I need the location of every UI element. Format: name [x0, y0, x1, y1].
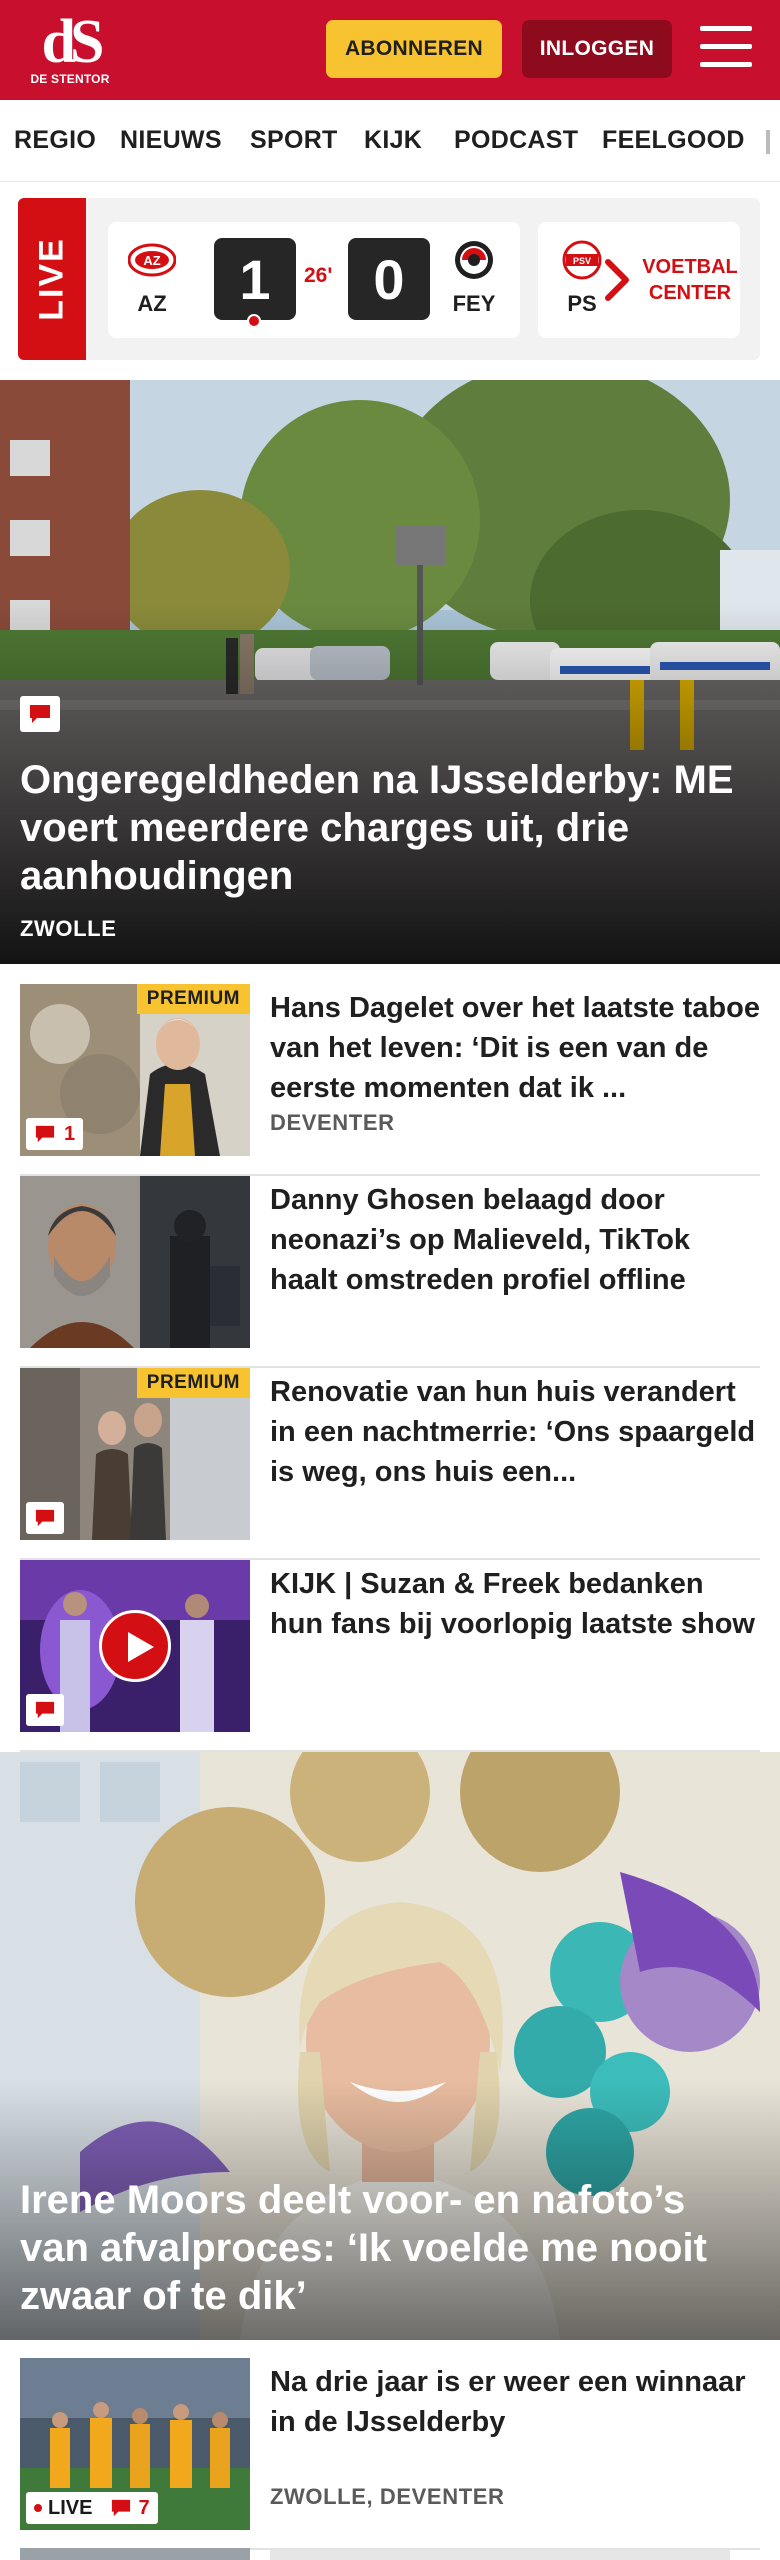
live-comment-badge: LIVE 7	[26, 2492, 158, 2524]
hero-location-tag: ZWOLLE	[20, 916, 117, 941]
article-thumbnail: LIVE 7	[20, 2358, 250, 2530]
article-item[interactable]: KIJK | Suzan & Freek bedanken hun fans b…	[20, 1560, 760, 1752]
away-team-abbr: FEY	[452, 291, 496, 316]
comment-icon	[112, 2499, 131, 2517]
article-item[interactable]: PREMIUM Renovatie van hun huis verandert…	[20, 1368, 760, 1560]
logo-name: DE STENTOR	[30, 72, 110, 86]
nav-item-regio[interactable]: REGIO	[14, 126, 96, 155]
article-title[interactable]: KIJK | Suzan & Freek bedanken hun fans b…	[270, 1564, 760, 1644]
nav-overflow-indicator	[766, 130, 770, 154]
logo[interactable]: dS DE STENTOR	[30, 8, 110, 88]
article-thumbnail: PREMIUM 1	[20, 984, 250, 1156]
hero-article[interactable]: Ongeregeldheden na IJsselderby: ME voert…	[0, 380, 780, 964]
article-item[interactable]: Danny Ghosen belaagd door neonazi’s op M…	[20, 1176, 760, 1368]
article-photo	[20, 1176, 250, 1348]
svg-text:PSV: PSV	[573, 256, 591, 266]
comment-count: 7	[138, 2496, 150, 2519]
comment-count-badge: 1	[26, 1118, 84, 1150]
article-location-tag: DEVENTER	[270, 1110, 395, 1135]
article-title[interactable]: Hans Dagelet over het laatste taboe van …	[270, 988, 760, 1108]
away-team: FEY	[444, 240, 504, 317]
nav-item-kijk[interactable]: KIJK	[364, 126, 422, 155]
comment-icon	[20, 696, 60, 732]
login-button[interactable]: INLOGGEN	[522, 20, 672, 78]
next-article-thumbnail-peek	[20, 2548, 250, 2560]
home-team-abbr: AZ	[137, 291, 167, 316]
section-nav: REGIO NIEUWS SPORT KIJK PODCAST FEELGOOD	[0, 100, 780, 182]
live-dot-icon	[34, 2504, 42, 2512]
match-minute: 26'	[304, 264, 333, 287]
nav-item-podcast[interactable]: PODCAST	[454, 126, 578, 155]
subscribe-button[interactable]: ABONNEREN	[326, 20, 502, 78]
home-score: 1	[214, 238, 296, 320]
live-scores-bar: LIVE AZ AZ 1 26' 0 FEY PSV PS VOETBAL CE…	[18, 198, 760, 360]
nav-item-nieuws[interactable]: NIEUWS	[120, 126, 222, 155]
comment-badge	[26, 1502, 64, 1534]
away-score: 0	[348, 238, 430, 320]
article-thumbnail: PREMIUM	[20, 1368, 250, 1540]
premium-badge: PREMIUM	[136, 984, 250, 1014]
feature-article[interactable]: Irene Moors deelt voor- en nafoto’s van …	[0, 1752, 780, 2340]
live-label: LIVE	[48, 2496, 93, 2519]
comment-icon	[35, 1509, 55, 1527]
menu-icon[interactable]	[700, 26, 752, 70]
article-location-tag: ZWOLLE, DEVENTER	[270, 2484, 505, 2509]
live-label: LIVE	[32, 237, 71, 321]
nav-item-sport[interactable]: SPORT	[250, 126, 338, 155]
article-title[interactable]: Na drie jaar is er weer een winnaar in d…	[270, 2362, 760, 2442]
nav-item-feelgood[interactable]: FEELGOOD	[602, 126, 745, 155]
comment-count: 1	[64, 1122, 76, 1145]
next-article-title-peek	[270, 2550, 730, 2560]
az-badge-icon: AZ	[127, 243, 177, 277]
home-team: AZ AZ	[122, 240, 182, 317]
feature-title[interactable]: Irene Moors deelt voor- en nafoto’s van …	[20, 2176, 760, 2320]
top-header: dS DE STENTOR ABONNEREN INLOGGEN	[0, 0, 780, 100]
article-item[interactable]: LIVE 7 Na drie jaar is er weer een winna…	[20, 2358, 760, 2550]
article-item[interactable]: PREMIUM 1 Hans Dagelet over het laatste …	[20, 984, 760, 1176]
chevron-right-icon[interactable]	[598, 252, 638, 308]
live-tab[interactable]: LIVE	[18, 198, 86, 360]
comment-icon	[35, 1701, 55, 1719]
live-match-card[interactable]: AZ AZ 1 26' 0 FEY	[108, 222, 520, 338]
article-thumbnail	[20, 1560, 250, 1732]
article-title[interactable]: Renovatie van hun huis verandert in een …	[270, 1372, 760, 1492]
comment-icon	[35, 1125, 55, 1143]
voetbal-center-link[interactable]: VOETBAL CENTER	[640, 222, 740, 338]
svg-text:AZ: AZ	[143, 253, 160, 268]
feyenoord-badge-icon	[455, 241, 493, 279]
premium-badge: PREMIUM	[136, 1368, 250, 1398]
live-indicator-dot	[247, 314, 261, 328]
article-thumbnail	[20, 1176, 250, 1348]
hero-title[interactable]: Ongeregeldheden na IJsselderby: ME voert…	[20, 756, 760, 900]
logo-mark: dS	[41, 8, 105, 76]
article-title[interactable]: Danny Ghosen belaagd door neonazi’s op M…	[270, 1180, 760, 1300]
comment-badge	[26, 1694, 64, 1726]
play-video-icon[interactable]	[99, 1610, 171, 1682]
